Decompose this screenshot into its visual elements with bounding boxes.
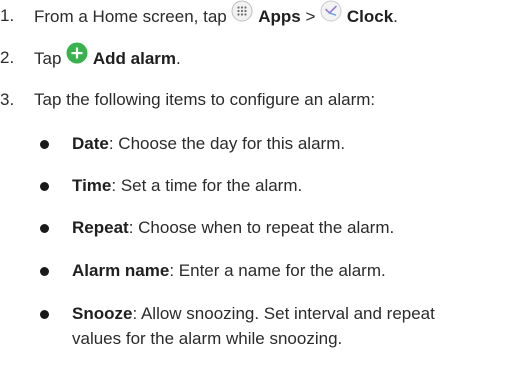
bullet-icon (40, 182, 49, 191)
clock-app-icon (320, 0, 342, 31)
bullet-icon (40, 310, 49, 319)
bullet-desc: : Choose the day for this alarm. (108, 134, 346, 153)
step-1-suffix: . (393, 6, 398, 26)
bullet-icon (40, 224, 49, 233)
breadcrumb-separator: > (305, 6, 316, 26)
apps-label: Apps (258, 6, 301, 26)
bullet-desc: : Choose when to repeat the alarm. (128, 218, 395, 237)
bullet-desc: : Set a time for the alarm. (111, 176, 303, 195)
clock-label: Clock (346, 6, 394, 26)
bullet-term: Time (72, 176, 112, 195)
add-alarm-label: Add alarm (92, 48, 177, 68)
step-3-text: Tap the following items to configure an … (34, 90, 376, 109)
bullet-desc-line2: values for the alarm while snoozing. (72, 329, 343, 348)
step-1-prefix: From a Home screen, tap (34, 6, 227, 26)
add-plus-icon (66, 42, 88, 73)
bullet-desc: : Allow snoozing. Set interval and repea… (132, 304, 435, 323)
bullet-term: Snooze (72, 304, 133, 323)
bullet-term: Repeat (72, 218, 129, 237)
bullet-icon (40, 267, 49, 276)
bullet-desc: : Enter a name for the alarm. (169, 261, 386, 280)
bullet-term: Alarm name (72, 261, 170, 280)
step-1-number: 1. (0, 6, 15, 25)
step-2-number: 2. (0, 48, 15, 67)
bullet-icon (40, 140, 49, 149)
step-2-suffix: . (176, 48, 181, 68)
step-3-number: 3. (0, 90, 15, 109)
bullet-term: Date (72, 134, 109, 153)
step-2-prefix: Tap (34, 48, 62, 68)
apps-grid-icon (231, 0, 253, 31)
